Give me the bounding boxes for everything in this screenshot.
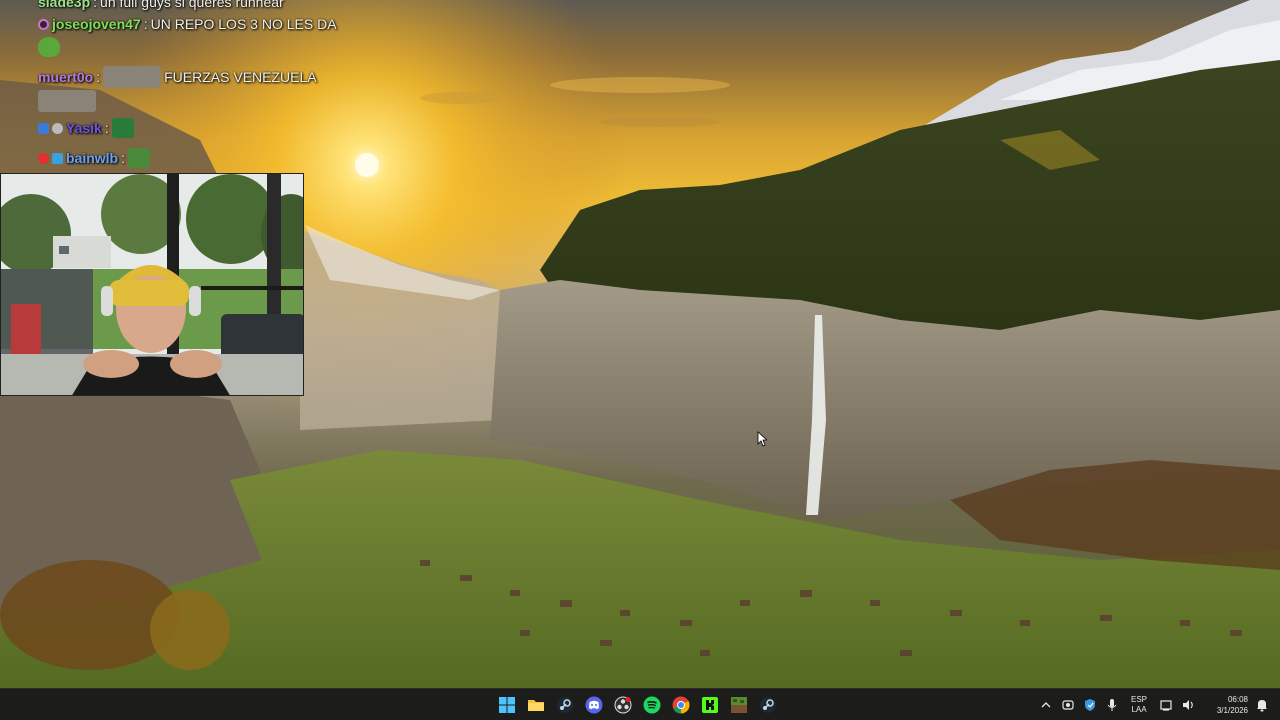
system-tray: ESP LAA 06:08 3/1/2026 — [1038, 689, 1280, 720]
keyboard-layout: LAA — [1131, 705, 1147, 714]
language-code: ESP — [1130, 695, 1147, 704]
file-explorer-button[interactable] — [523, 691, 548, 719]
emote-icon — [128, 148, 151, 168]
chat-emote-line — [38, 37, 60, 57]
chat-message: Yasik: — [38, 118, 134, 138]
spotify-icon — [643, 696, 660, 714]
language-indicator[interactable]: ESP LAA — [1126, 695, 1152, 715]
steam-button[interactable] — [552, 691, 577, 719]
spotify-button[interactable] — [639, 691, 664, 719]
chat-text: un full guys si queres runnear — [100, 0, 284, 10]
badge-icon — [52, 122, 63, 134]
chat-message: joseojoven47: UN REPO LOS 3 NO LES DA — [38, 16, 337, 32]
kick-icon — [701, 697, 718, 713]
start-button[interactable] — [494, 691, 519, 719]
chat-username: muert0o — [38, 69, 94, 85]
chat-username: Yasik — [66, 120, 102, 136]
chrome-icon — [672, 696, 689, 714]
chat-separator: : — [96, 69, 101, 85]
clock-time: 06:08 — [1227, 695, 1248, 704]
discord-icon — [585, 696, 602, 714]
steam-button-2[interactable] — [755, 691, 780, 719]
wifi-icon[interactable] — [1158, 697, 1174, 713]
chat-message: bainwlb: — [38, 148, 151, 168]
chat-text: UN REPO LOS 3 NO LES DA — [150, 16, 337, 32]
sword-badge-icon — [38, 122, 49, 134]
clock-date: 3/1/2026 — [1216, 706, 1248, 715]
chat-username: joseojoven47 — [52, 16, 141, 32]
cube-badge-icon — [52, 152, 63, 164]
chat-username: slade3p — [38, 0, 91, 10]
emote-icon — [38, 90, 96, 112]
taskbar-clock[interactable]: 06:08 3/1/2026 — [1202, 694, 1248, 716]
chrome-button[interactable] — [668, 691, 693, 719]
chat-text: FUERZAS VENEZUELA — [164, 69, 317, 85]
chat-message: muert0o: FUERZAS VENEZUELA — [38, 66, 317, 88]
emote-icon — [103, 66, 162, 88]
chat-username: bainwlb — [66, 150, 119, 166]
minecraft-icon — [730, 697, 747, 713]
chat-separator: : — [121, 150, 126, 166]
volume-icon[interactable] — [1180, 697, 1196, 713]
microphone-icon[interactable] — [1104, 697, 1120, 713]
taskbar-apps — [494, 689, 780, 720]
webcam-overlay — [0, 173, 304, 396]
red-badge-icon — [38, 152, 49, 164]
steam-icon — [556, 697, 573, 713]
emote-icon — [111, 118, 134, 138]
obs-button[interactable] — [610, 691, 635, 719]
mouse-cursor-icon — [757, 431, 767, 447]
pepe-emote-icon — [38, 37, 60, 57]
notification-bell-icon[interactable] — [1254, 697, 1270, 713]
chat-emote-line — [38, 90, 96, 112]
folder-icon — [527, 700, 544, 711]
chat-separator: : — [104, 120, 109, 136]
taskbar: ESP LAA 06:08 3/1/2026 — [0, 688, 1280, 720]
windows-icon — [498, 697, 515, 713]
chevron-up-icon[interactable] — [1038, 697, 1054, 713]
steam-icon — [759, 697, 776, 713]
chat-separator: : — [93, 0, 98, 10]
chat-badge-icon — [38, 18, 49, 30]
obs-icon — [614, 696, 631, 714]
chat-separator: : — [143, 16, 148, 32]
kick-button[interactable] — [697, 691, 722, 719]
sync-icon[interactable] — [1060, 697, 1076, 713]
discord-button[interactable] — [581, 691, 606, 719]
minecraft-button[interactable] — [726, 691, 751, 719]
chat-message: slade3p: un full guys si queres runnear — [38, 0, 284, 10]
network-shield-icon[interactable] — [1082, 697, 1098, 713]
